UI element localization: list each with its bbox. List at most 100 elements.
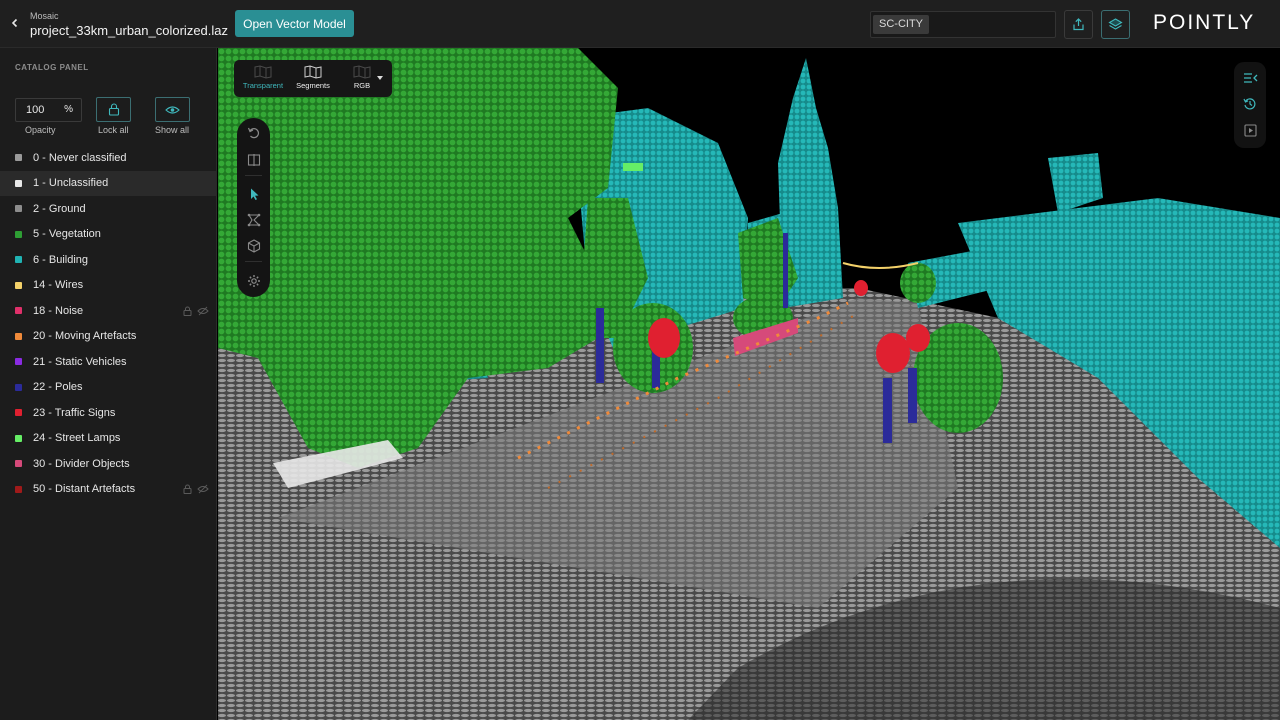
tool-divider (245, 261, 262, 262)
point-cloud-scene[interactable] (218, 48, 1280, 720)
class-list: 0 - Never classified 1 - Unclassified 2 … (0, 145, 217, 502)
class-color-swatch (15, 281, 22, 289)
lock-icon[interactable] (183, 306, 192, 316)
search-tag[interactable]: SC-CITY (873, 15, 929, 34)
tab-label: Segments (296, 81, 330, 90)
class-color-swatch (15, 332, 22, 340)
class-label: 2 - Ground (33, 202, 86, 215)
back-icon[interactable] (6, 14, 24, 32)
tool-divider (245, 175, 262, 176)
eye-icon (165, 105, 180, 114)
class-label: 30 - Divider Objects (33, 457, 130, 470)
catalog-panel: CATALOG PANEL 100 % Opacity Lock all Sho… (0, 48, 217, 720)
class-color-swatch (15, 256, 22, 264)
class-item[interactable]: 14 - Wires (0, 273, 217, 299)
class-item[interactable]: 1 - Unclassified (0, 170, 217, 196)
map-icon (254, 65, 272, 79)
opacity-unit: % (64, 104, 73, 115)
pointly-logo: POINTLY (1153, 11, 1256, 34)
show-all-label: Show all (155, 125, 190, 135)
class-label: 24 - Street Lamps (33, 432, 121, 445)
export-button[interactable] (1064, 10, 1093, 39)
polygon-select-icon[interactable] (245, 211, 262, 228)
panel-title: CATALOG PANEL (15, 63, 89, 72)
lock-icon (108, 103, 119, 116)
layers-icon (1108, 18, 1123, 30)
class-color-swatch (15, 205, 22, 213)
tab-label: Transparent (242, 81, 284, 90)
class-color-swatch (15, 358, 22, 366)
class-label: 5 - Vegetation (33, 228, 101, 241)
class-color-swatch (15, 383, 22, 391)
class-label: 0 - Never classified (33, 151, 127, 164)
layers-button[interactable] (1101, 10, 1130, 39)
top-bar: Mosaic project_33km_urban_colorized.laz … (0, 0, 1280, 48)
opacity-value[interactable]: 100 (26, 104, 44, 116)
gear-icon[interactable] (245, 272, 262, 289)
split-view-icon[interactable] (245, 151, 262, 168)
eye-off-icon[interactable] (197, 306, 209, 316)
row-icons (183, 484, 209, 495)
collapse-panel-icon[interactable] (1242, 70, 1258, 86)
right-tool-panel (1234, 62, 1266, 148)
class-item[interactable]: 23 - Traffic Signs (0, 400, 217, 426)
eye-off-icon[interactable] (197, 484, 209, 494)
class-color-swatch (15, 230, 22, 238)
history-icon[interactable] (1242, 96, 1258, 112)
map-icon (353, 65, 371, 79)
class-item[interactable]: 22 - Poles (0, 375, 217, 401)
opacity-label: Opacity (25, 125, 56, 135)
class-item[interactable]: 20 - Moving Artefacts (0, 324, 217, 350)
class-color-swatch (15, 307, 22, 315)
file-title: project_33km_urban_colorized.laz (30, 23, 229, 38)
view-mode-toolbar: Transparent Segments RGB (234, 60, 392, 97)
class-item[interactable]: 30 - Divider Objects (0, 451, 217, 477)
chevron-down-icon[interactable] (377, 76, 383, 80)
lock-all-label: Lock all (98, 125, 129, 135)
class-item[interactable]: 50 - Distant Artefacts (0, 477, 217, 503)
class-label: 14 - Wires (33, 279, 84, 292)
play-icon[interactable] (1242, 122, 1258, 138)
class-item[interactable]: 0 - Never classified (0, 145, 217, 171)
breadcrumb[interactable]: Mosaic (30, 11, 59, 21)
lock-icon[interactable] (183, 484, 192, 495)
show-all-button[interactable] (155, 97, 190, 122)
class-item[interactable]: 2 - Ground (0, 196, 217, 222)
class-label: 21 - Static Vehicles (33, 355, 127, 368)
opacity-input[interactable]: 100 % (15, 98, 82, 122)
select-pointer-icon[interactable] (245, 185, 262, 202)
open-vector-model-button[interactable]: Open Vector Model (235, 10, 354, 37)
class-color-swatch (15, 485, 22, 493)
map-icon (304, 65, 322, 79)
app-window: Mosaic project_33km_urban_colorized.laz … (0, 0, 1280, 720)
class-item[interactable]: 6 - Building (0, 247, 217, 273)
class-color-swatch (15, 409, 22, 417)
class-label: 6 - Building (33, 253, 89, 266)
class-label: 23 - Traffic Signs (33, 406, 116, 419)
undo-icon[interactable] (245, 124, 262, 141)
tab-segments[interactable]: Segments (290, 65, 336, 93)
project-search-input[interactable]: SC-CITY (870, 11, 1056, 38)
street-lamp-points (623, 163, 643, 171)
tab-label: RGB (353, 81, 371, 90)
row-icons (183, 306, 209, 316)
class-color-swatch (15, 179, 22, 187)
class-item[interactable]: 24 - Street Lamps (0, 426, 217, 452)
class-item[interactable]: 5 - Vegetation (0, 222, 217, 248)
class-color-swatch (15, 434, 22, 442)
class-item[interactable]: 21 - Static Vehicles (0, 349, 217, 375)
pole-points (596, 308, 604, 383)
traffic-sign-points (648, 318, 680, 358)
cube-icon[interactable] (245, 237, 262, 254)
class-color-swatch (15, 460, 22, 468)
class-label: 20 - Moving Artefacts (33, 330, 137, 343)
share-icon (1073, 18, 1084, 31)
tool-palette (237, 118, 270, 297)
class-label: 18 - Noise (33, 304, 84, 317)
point-cloud-viewport[interactable] (218, 48, 1280, 720)
tab-transparent[interactable]: Transparent (240, 65, 286, 93)
class-color-swatch (15, 154, 22, 162)
lock-all-button[interactable] (96, 97, 131, 122)
class-item[interactable]: 18 - Noise (0, 298, 217, 324)
class-label: 1 - Unclassified (33, 177, 109, 190)
